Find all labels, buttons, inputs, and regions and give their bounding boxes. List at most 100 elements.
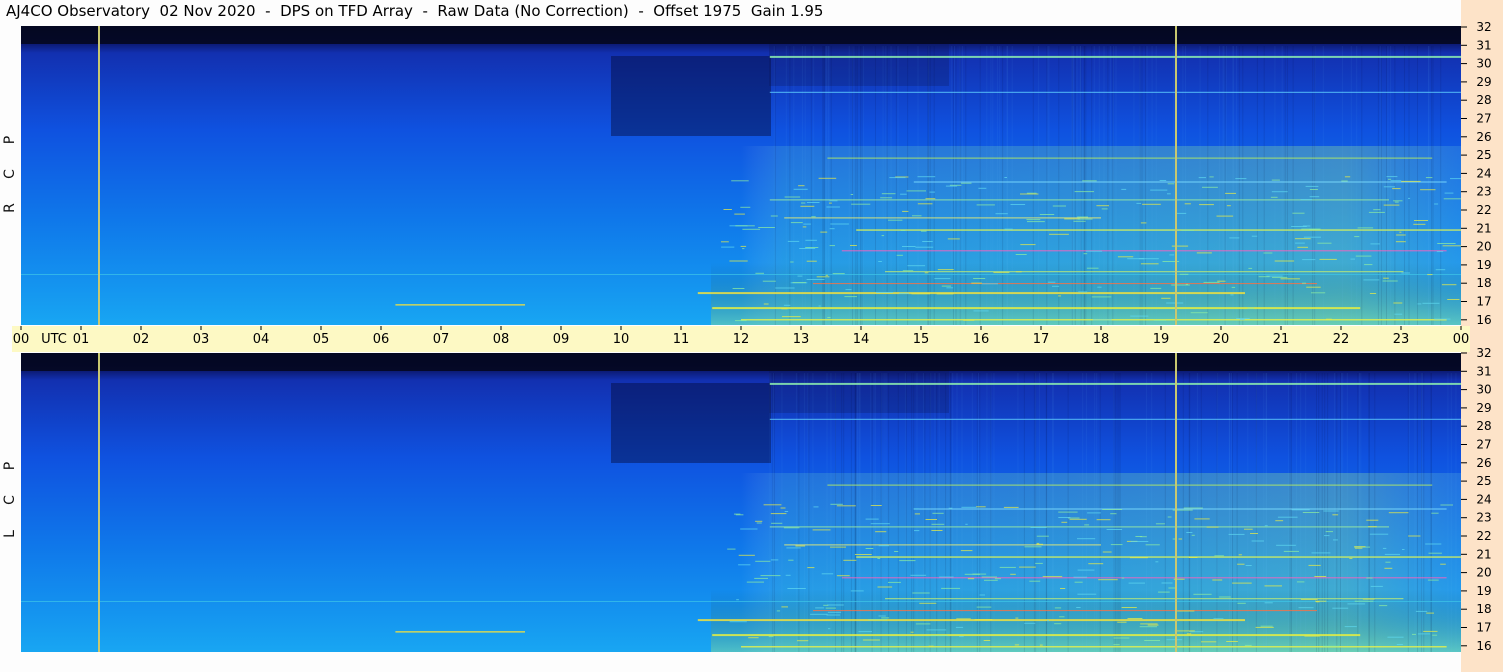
signal-speckle bbox=[865, 518, 879, 520]
signal-speckle bbox=[1077, 569, 1095, 571]
signal-speckle bbox=[845, 289, 852, 291]
time-tick-label: 02 bbox=[133, 332, 150, 347]
signal-speckle bbox=[1027, 221, 1045, 223]
signal-speckle bbox=[862, 639, 880, 641]
signal-speckle bbox=[939, 576, 954, 578]
signal-speckle bbox=[931, 523, 945, 525]
signal-speckle bbox=[1139, 626, 1157, 628]
freq-tick-label: 16 bbox=[1476, 639, 1491, 653]
signal-speckle bbox=[1226, 641, 1238, 642]
signal-speckle bbox=[1167, 183, 1175, 185]
signal-speckle bbox=[827, 611, 842, 613]
signal-speckle bbox=[993, 272, 1010, 274]
signal-speckle bbox=[1181, 229, 1194, 231]
signal-speckle bbox=[924, 272, 929, 274]
interference-stripe bbox=[769, 199, 1389, 201]
signal-speckle bbox=[1426, 612, 1434, 614]
signal-speckle bbox=[801, 202, 806, 204]
signal-speckle bbox=[803, 223, 811, 225]
signal-speckle bbox=[919, 602, 937, 604]
texture-line bbox=[1356, 46, 1358, 325]
signal-speckle bbox=[917, 176, 936, 178]
signal-speckle bbox=[1441, 284, 1457, 286]
signal-speckle bbox=[806, 279, 825, 280]
signal-speckle bbox=[981, 283, 998, 285]
texture-line bbox=[1360, 373, 1362, 652]
signal-speckle bbox=[1212, 579, 1223, 581]
signal-speckle bbox=[813, 506, 819, 508]
interference-stripe bbox=[769, 382, 1461, 385]
signal-speckle bbox=[1388, 512, 1409, 514]
signal-speckle bbox=[1332, 514, 1339, 516]
signal-speckle bbox=[1302, 259, 1316, 261]
signal-speckle bbox=[1015, 254, 1027, 255]
signal-speckle bbox=[1297, 246, 1308, 248]
signal-speckle bbox=[790, 222, 803, 224]
signal-speckle bbox=[910, 631, 914, 633]
signal-speckle bbox=[1049, 233, 1069, 235]
signal-speckle bbox=[829, 228, 835, 230]
signal-speckle bbox=[956, 618, 971, 620]
signal-speckle bbox=[1196, 252, 1212, 254]
freq-tick-label: 27 bbox=[1476, 438, 1491, 452]
signal-speckle bbox=[1121, 188, 1127, 190]
signal-speckle bbox=[1390, 180, 1402, 182]
signal-speckle bbox=[836, 505, 856, 507]
signal-speckle bbox=[1121, 607, 1137, 608]
signal-speckle bbox=[1436, 251, 1444, 253]
signal-speckle bbox=[868, 619, 888, 621]
signal-speckle bbox=[880, 197, 893, 199]
signal-speckle bbox=[914, 513, 920, 515]
signal-speckle bbox=[797, 640, 809, 642]
signal-speckle bbox=[917, 203, 933, 205]
signal-speckle bbox=[967, 578, 975, 580]
signal-speckle bbox=[922, 241, 933, 242]
top-band bbox=[21, 353, 1461, 371]
signal-speckle bbox=[1354, 546, 1366, 548]
signal-speckle bbox=[1110, 513, 1117, 515]
interference-stripe bbox=[395, 304, 525, 306]
signal-speckle bbox=[1175, 212, 1187, 214]
signal-speckle bbox=[995, 213, 1008, 215]
signal-speckle bbox=[1440, 504, 1453, 506]
signal-speckle bbox=[1082, 180, 1097, 182]
interference-stripe bbox=[712, 307, 1361, 310]
signal-speckle bbox=[1171, 245, 1189, 247]
signal-speckle bbox=[1228, 533, 1245, 535]
freq-tick-label: 31 bbox=[1476, 38, 1491, 52]
signal-speckle bbox=[1277, 516, 1298, 518]
signal-speckle bbox=[1427, 274, 1433, 276]
signal-speckle bbox=[1020, 244, 1036, 246]
signal-speckle bbox=[827, 604, 844, 606]
signal-speckle bbox=[1247, 307, 1254, 309]
signal-speckle bbox=[1347, 603, 1366, 605]
signal-speckle bbox=[1364, 264, 1373, 266]
time-tick-label: 18 bbox=[1093, 332, 1110, 347]
polarization-letter: R bbox=[2, 203, 18, 213]
signal-speckle bbox=[1015, 617, 1019, 619]
signal-speckle bbox=[1130, 541, 1149, 542]
texture-line bbox=[769, 373, 771, 652]
signal-speckle bbox=[1077, 538, 1096, 540]
signal-speckle bbox=[1004, 177, 1007, 178]
signal-speckle bbox=[1161, 297, 1171, 299]
texture-line bbox=[1440, 46, 1442, 325]
signal-speckle bbox=[1184, 203, 1191, 205]
signal-speckle bbox=[976, 204, 995, 206]
signal-speckle bbox=[798, 185, 805, 187]
signal-speckle bbox=[1174, 630, 1195, 632]
interference-stripe bbox=[769, 91, 1461, 93]
signal-speckle bbox=[784, 511, 789, 512]
freq-tick-label: 30 bbox=[1476, 57, 1491, 71]
signal-speckle bbox=[1024, 546, 1042, 548]
signal-speckle bbox=[1064, 218, 1080, 220]
signal-speckle bbox=[1110, 544, 1123, 546]
signal-speckle bbox=[1209, 176, 1214, 178]
time-tick-label: 14 bbox=[853, 332, 870, 347]
freq-tick-label: 27 bbox=[1476, 112, 1491, 126]
interference-stripe bbox=[784, 544, 1101, 546]
signal-speckle bbox=[960, 182, 972, 184]
signal-speckle bbox=[1042, 576, 1063, 578]
signal-speckle bbox=[1264, 525, 1268, 527]
texture-line bbox=[785, 46, 787, 325]
